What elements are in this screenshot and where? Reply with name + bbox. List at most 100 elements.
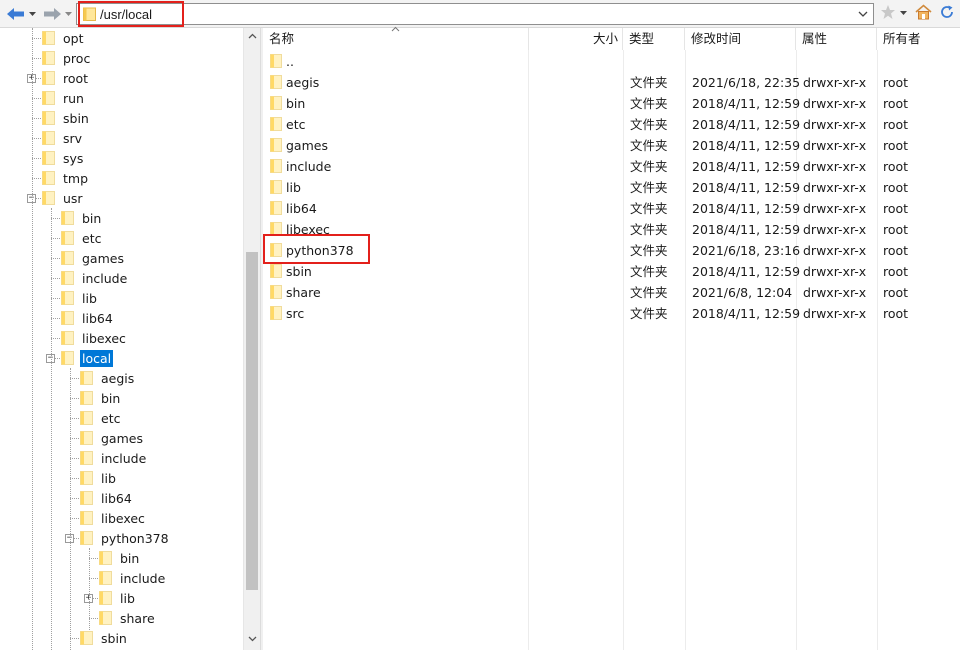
chevron-down-icon[interactable]	[857, 8, 869, 20]
address-bar[interactable]: /usr/local	[76, 3, 874, 25]
tree-item[interactable]: bin	[80, 388, 122, 408]
tree-item[interactable]: include	[80, 448, 148, 468]
tree-scrollbar[interactable]	[243, 28, 260, 650]
file-modified: 2018/4/11, 12:59	[692, 201, 801, 216]
file-owner: root	[883, 201, 909, 216]
column-header-name-label: 名称	[269, 31, 295, 46]
folder-icon	[80, 471, 93, 485]
tree-item[interactable]: sbin	[42, 108, 91, 128]
column-header-type[interactable]: 类型	[623, 28, 685, 50]
column-header-modified-label: 修改时间	[691, 31, 742, 46]
tree-item[interactable]: aegis	[80, 368, 136, 388]
chevron-down-icon[interactable]	[247, 633, 258, 644]
star-icon[interactable]	[880, 4, 896, 20]
back-history-dropdown[interactable]	[27, 4, 37, 24]
tree-item[interactable]: tmp	[42, 168, 90, 188]
file-owner: root	[883, 264, 909, 279]
tree-item[interactable]: opt	[42, 28, 85, 48]
folder-icon	[42, 31, 55, 45]
tree-item[interactable]: libexec	[61, 328, 128, 348]
tree-item[interactable]: usr	[42, 188, 85, 208]
file-type: 文件夹	[630, 306, 668, 321]
arrow-left-icon	[7, 8, 24, 20]
file-row[interactable]: sbin 文件夹 2018/4/11, 12:59 drwxr-xr-x root	[263, 261, 960, 282]
tree-item[interactable]: lib	[61, 288, 99, 308]
folder-icon	[270, 201, 282, 215]
column-header-name[interactable]: 名称	[263, 26, 529, 50]
file-row[interactable]: libexec 文件夹 2018/4/11, 12:59 drwxr-xr-x root	[263, 219, 960, 240]
tree-item[interactable]: root	[42, 68, 90, 88]
tree-connector	[70, 458, 79, 459]
tree-item-label: lib	[120, 590, 135, 606]
tree-item-label: aegis	[101, 370, 135, 386]
file-row[interactable]: src 文件夹 2018/4/11, 12:59 drwxr-xr-x root	[263, 303, 960, 324]
file-row[interactable]: lib64 文件夹 2018/4/11, 12:59 drwxr-xr-x root	[263, 198, 960, 219]
folder-icon	[270, 306, 282, 320]
folder-icon	[80, 531, 93, 545]
tree-item[interactable]: bin	[99, 548, 141, 568]
scrollbar-thumb[interactable]	[246, 252, 258, 590]
file-row[interactable]: python378 文件夹 2021/6/18, 23:16 drwxr-xr-x ro…	[263, 240, 960, 261]
tree-item-label: include	[120, 570, 166, 586]
folder-icon	[42, 91, 55, 105]
tree-item[interactable]: games	[61, 248, 126, 268]
tree-item-label: sbin	[63, 110, 89, 126]
file-type: 文件夹	[630, 75, 668, 90]
file-row[interactable]: include 文件夹 2018/4/11, 12:59 drwxr-xr-x root	[263, 156, 960, 177]
forward-button[interactable]	[40, 4, 64, 24]
column-header-owner[interactable]: 所有者	[877, 28, 960, 50]
chevron-up-icon[interactable]	[247, 31, 258, 42]
column-header-attributes[interactable]: 属性	[796, 28, 877, 50]
file-name: bin	[286, 96, 306, 111]
folder-icon	[80, 371, 93, 385]
forward-history-dropdown[interactable]	[63, 4, 73, 24]
tree-item[interactable]: bin	[61, 208, 103, 228]
tree-item[interactable]: lib64	[80, 488, 134, 508]
tree-item[interactable]: sbin	[80, 628, 129, 648]
file-row[interactable]: ..	[263, 51, 960, 72]
tree-connector	[70, 418, 79, 419]
tree-item[interactable]: libexec	[80, 508, 147, 528]
tree-item[interactable]: lib	[99, 588, 137, 608]
file-name: etc	[286, 117, 306, 132]
tree-item[interactable]: run	[42, 88, 86, 108]
tree-connector	[89, 578, 98, 579]
file-modified: 2018/4/11, 12:59	[692, 117, 801, 132]
tree-item[interactable]: include	[99, 568, 167, 588]
folder-icon	[270, 264, 282, 278]
file-row[interactable]: lib 文件夹 2018/4/11, 12:59 drwxr-xr-x root	[263, 177, 960, 198]
tree-connector	[32, 28, 33, 650]
tree-item[interactable]: lib	[80, 468, 118, 488]
tree-item[interactable]: proc	[42, 48, 92, 68]
column-header-modified[interactable]: 修改时间	[685, 28, 796, 50]
file-modified: 2018/4/11, 12:59	[692, 159, 801, 174]
tree-item[interactable]: srv	[42, 128, 84, 148]
folder-icon	[61, 211, 74, 225]
file-row[interactable]: games 文件夹 2018/4/11, 12:59 drwxr-xr-x root	[263, 135, 960, 156]
tree-item[interactable]: sys	[42, 148, 85, 168]
chevron-down-icon[interactable]	[900, 11, 907, 16]
tree-item-label: include	[101, 450, 147, 466]
home-icon[interactable]	[915, 4, 932, 20]
file-type: 文件夹	[630, 159, 668, 174]
file-row[interactable]: share 文件夹 2021/6/8, 12:04 drwxr-xr-x root	[263, 282, 960, 303]
tree-item[interactable]: python378	[80, 528, 171, 548]
tree-item-label: etc	[101, 410, 121, 426]
tree-item[interactable]: local	[61, 348, 114, 368]
refresh-icon[interactable]	[939, 4, 955, 20]
tree-item[interactable]: share	[99, 608, 157, 628]
file-row[interactable]: etc 文件夹 2018/4/11, 12:59 drwxr-xr-x root	[263, 114, 960, 135]
tree-item[interactable]: include	[61, 268, 129, 288]
column-header-size[interactable]: 大小	[529, 28, 623, 50]
tree-item[interactable]: lib64	[61, 308, 115, 328]
file-row[interactable]: bin 文件夹 2018/4/11, 12:59 drwxr-xr-x root	[263, 93, 960, 114]
folder-icon	[80, 411, 93, 425]
folder-icon	[270, 159, 282, 173]
tree-item[interactable]: etc	[80, 408, 122, 428]
file-row[interactable]: aegis 文件夹 2021/6/18, 22:35 drwxr-xr-x root	[263, 72, 960, 93]
file-modified: 2018/4/11, 12:59	[692, 180, 801, 195]
tree-item[interactable]: games	[80, 428, 145, 448]
tree-item[interactable]: etc	[61, 228, 103, 248]
folder-icon	[99, 571, 112, 585]
back-button[interactable]	[4, 4, 28, 24]
